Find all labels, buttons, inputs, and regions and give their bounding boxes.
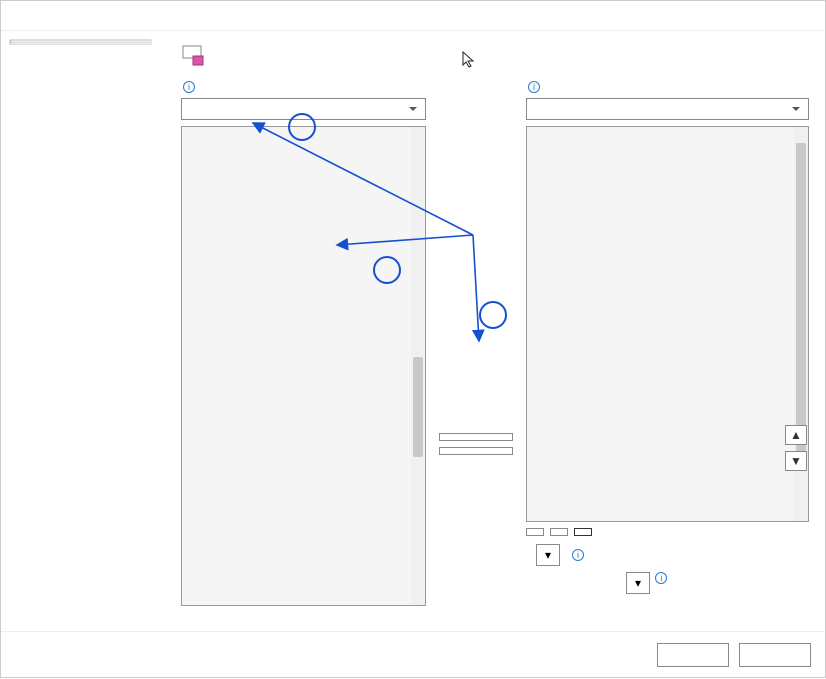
import-export-dropdown[interactable]: ▾ (626, 572, 650, 594)
new-tab-button[interactable] (526, 528, 544, 536)
ok-button[interactable] (657, 643, 729, 667)
scroll-thumb[interactable] (413, 357, 423, 457)
reset-dropdown[interactable]: ▾ (536, 544, 560, 566)
move-group: ▲ ▼ (785, 425, 807, 471)
move-up-button[interactable]: ▲ (785, 425, 807, 445)
scroll-thumb[interactable] (796, 143, 806, 463)
rename-button[interactable] (574, 528, 592, 536)
choose-commands-combo[interactable] (181, 98, 426, 120)
dialog-footer (1, 631, 825, 677)
scrollbar[interactable] (411, 127, 425, 605)
ribbon-tree[interactable] (526, 126, 809, 522)
commands-listbox[interactable] (181, 126, 426, 606)
customize-ribbon-combo[interactable] (526, 98, 809, 120)
excel-options-dialog: i (0, 0, 826, 678)
cancel-button[interactable] (739, 643, 811, 667)
new-group-button[interactable] (550, 528, 568, 536)
info-icon[interactable]: i (655, 572, 667, 584)
remove-button[interactable] (439, 447, 513, 455)
info-icon[interactable]: i (183, 81, 195, 93)
info-icon[interactable]: i (528, 81, 540, 93)
customize-ribbon-label: i (526, 81, 809, 95)
move-down-button[interactable]: ▼ (785, 451, 807, 471)
category-sidebar (1, 31, 161, 631)
add-button[interactable] (439, 433, 513, 441)
choose-commands-label: i (181, 81, 426, 95)
ribbon-icon (181, 43, 205, 67)
titlebar (1, 1, 825, 31)
ribbon-customize-panel: i (161, 31, 825, 631)
info-icon[interactable]: i (572, 549, 584, 561)
